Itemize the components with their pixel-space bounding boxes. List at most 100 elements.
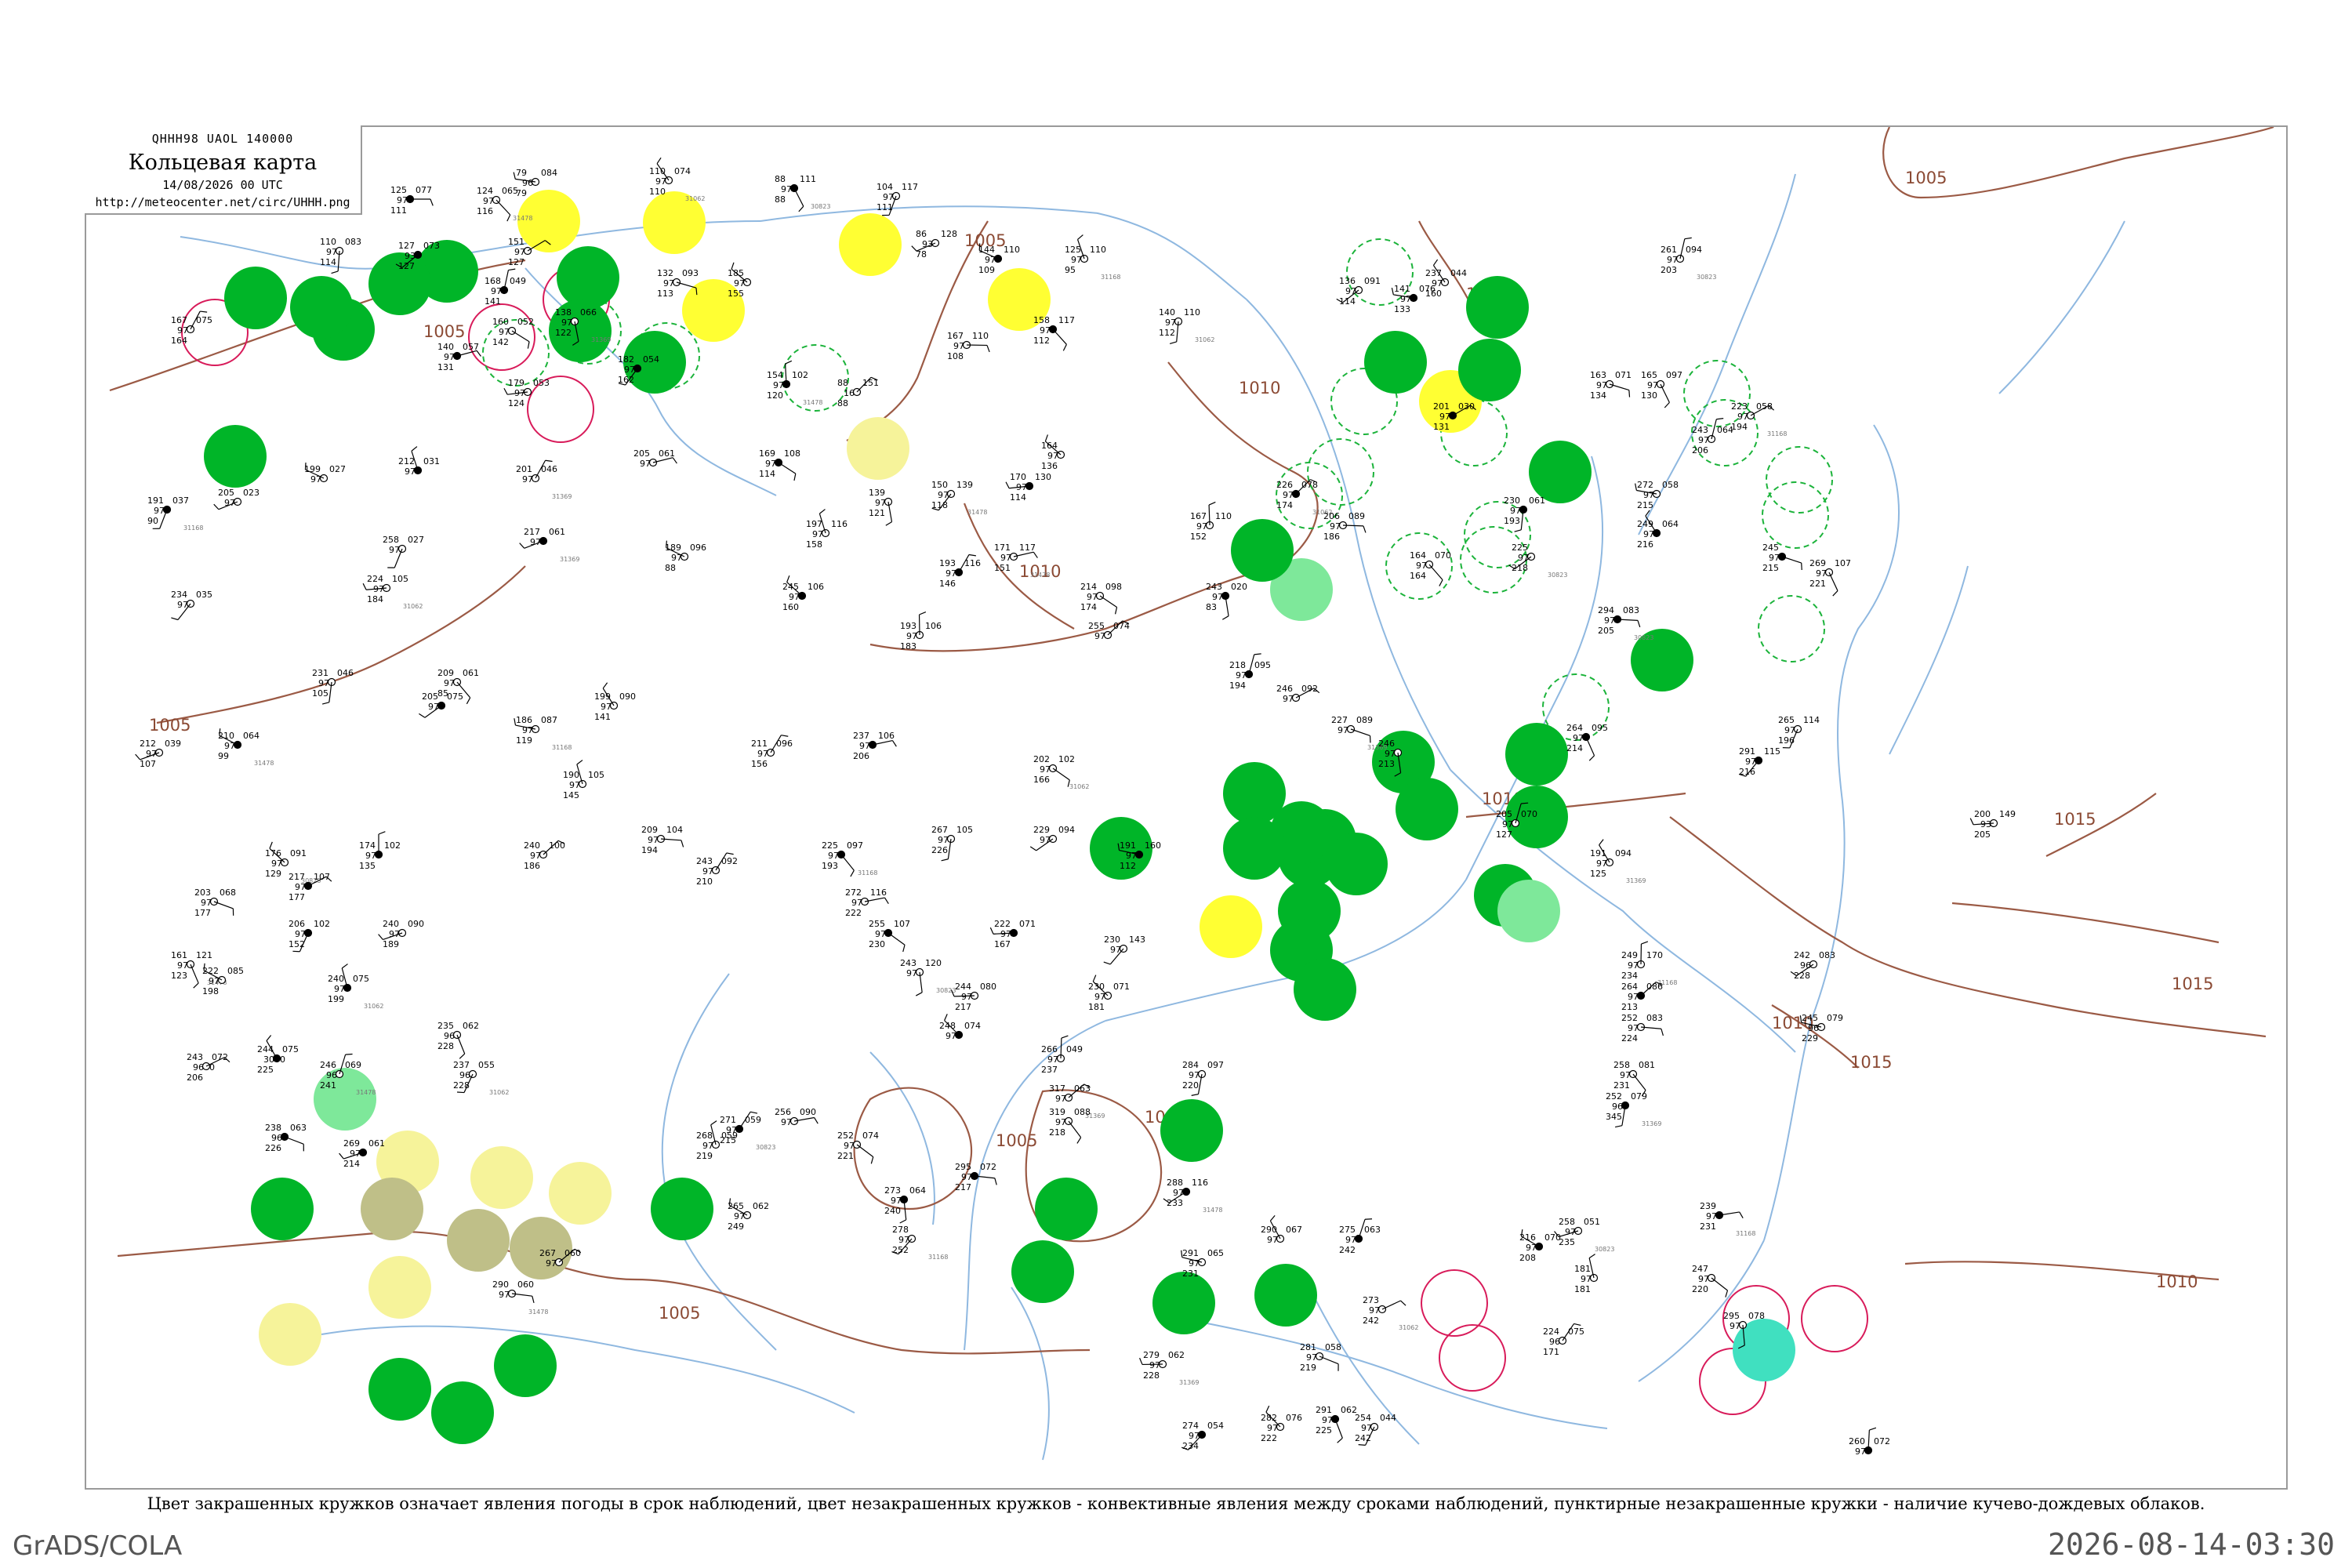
station-vis: 97: [1267, 1235, 1278, 1245]
station-id: 31168: [858, 869, 877, 877]
station-temp: 242: [1794, 950, 1810, 960]
station-temp: 235: [437, 1021, 454, 1031]
station-pressure: 090: [408, 919, 424, 929]
station-plot: 234 03597: [171, 590, 212, 621]
wind-barb-flag: [513, 172, 516, 180]
rain-weather-circle: [1035, 1178, 1098, 1240]
station-plot: 245 10697160: [782, 575, 824, 612]
station-pressure: 091: [290, 848, 307, 858]
dust-weather-circle: [361, 1178, 423, 1240]
isobar-line: [1669, 816, 2267, 1038]
station-vis: 97: [405, 466, 416, 477]
station-vis: 97: [1361, 1423, 1372, 1433]
station-vis: 97: [514, 247, 525, 257]
station-vis: 97: [1283, 490, 1294, 500]
station-plot: 197 116 97158: [806, 509, 848, 550]
map-url[interactable]: http://meteocenter.net/circ/UHHH.png: [85, 195, 361, 209]
station-vis: 97: [1000, 929, 1011, 939]
station-vis: 97: [1322, 1415, 1333, 1425]
station-pressure: 071: [1019, 919, 1036, 929]
wind-barb-flag: [968, 554, 976, 557]
station-dew: 122: [555, 328, 572, 338]
station-plot: 202 102 97166 31062: [1033, 754, 1089, 790]
station-plot: 260 072 97: [1849, 1427, 1890, 1457]
station-dew: 171: [1543, 1347, 1559, 1357]
wind-barb-flag: [1254, 653, 1261, 655]
wind-barb: [1711, 1277, 1728, 1291]
station-plot: 240 09097189: [378, 919, 424, 949]
station-pressure: 053: [533, 378, 550, 388]
wind-barb-flag: [1221, 615, 1229, 620]
station-plot: 229 094 97: [1029, 825, 1075, 851]
station-temp: 317: [1049, 1083, 1065, 1094]
station-id: 31062: [685, 195, 705, 202]
station-vis: 97: [499, 327, 510, 337]
station-dew: 228: [437, 1041, 454, 1051]
station-pressure: 088: [1074, 1107, 1091, 1117]
station-dew: 119: [516, 735, 532, 746]
station-plot: 165 097 97130: [1641, 370, 1682, 408]
station-dew: 99: [218, 751, 229, 761]
station-vis: 97: [789, 592, 800, 602]
station-dew: 189: [383, 939, 399, 949]
station-id: 31062: [403, 603, 423, 610]
station-temp: 79: [516, 168, 527, 178]
wind-barb-flag: [362, 583, 367, 590]
station-plot: 264 08697213: [1621, 982, 1663, 1012]
wind-barb-flag: [378, 934, 383, 940]
station-vis: 97: [295, 929, 306, 939]
station-plot: 24797220: [1692, 1264, 1729, 1298]
wind-barb-flag: [750, 1111, 758, 1114]
river-line: [661, 973, 777, 1351]
station-plot: 290 067 97: [1261, 1214, 1302, 1245]
station-plot: 246 092 97: [1276, 684, 1320, 704]
station-vis: 97: [1330, 521, 1341, 532]
station-pressure: 117: [1019, 543, 1036, 553]
station-dew: 252: [892, 1245, 909, 1255]
station-temp: 247: [1692, 1264, 1708, 1274]
station-plot: 265 114 97196: [1778, 715, 1820, 749]
station-vis: 97: [655, 176, 666, 187]
station-dew: 177: [289, 892, 305, 902]
station-plot: 248 07497: [939, 1014, 981, 1041]
station-pressure: 096: [690, 543, 706, 553]
station-temp: 212: [140, 739, 156, 749]
station-plot: 235 062 96228: [437, 1021, 479, 1059]
station-vis: 97: [702, 1141, 713, 1151]
station-dew: 158: [806, 539, 822, 550]
wind-barb-flag: [1358, 1444, 1366, 1446]
station-temp: 191: [147, 495, 164, 506]
station-id: 30823: [811, 203, 830, 210]
wind-barb-flag: [1725, 1290, 1729, 1298]
station-temp: 278: [892, 1225, 909, 1235]
station-dew: 181: [1088, 1002, 1105, 1012]
station-vis: 97: [561, 318, 572, 328]
station-plot: 169 108 97114: [759, 448, 800, 481]
station-vis: 96: [444, 1031, 455, 1041]
rain-weather-circle: [251, 1178, 314, 1240]
wind-barb-flag: [785, 360, 793, 365]
station-dew: 230: [869, 939, 885, 949]
station-temp: 272: [845, 887, 862, 898]
station-pressure: 054: [643, 354, 659, 365]
station-pressure: 107: [894, 919, 910, 929]
station-vis: 97: [1518, 553, 1529, 563]
wind-barb-flag: [1661, 1029, 1664, 1036]
isobar-label: 1015: [2054, 810, 2096, 829]
station-temp: 132: [657, 268, 673, 278]
wind-barb: [1350, 728, 1370, 737]
wind-barb-flag: [814, 1117, 818, 1124]
station-dew: 152: [289, 939, 305, 949]
station-temp: 295: [955, 1162, 971, 1172]
station-dew: 111: [390, 205, 407, 216]
station-temp: 290: [492, 1279, 509, 1290]
station-pressure: 064: [243, 731, 260, 741]
station-dew: 234: [1621, 971, 1638, 981]
station-vis: 97: [891, 1196, 902, 1206]
wind-barb-flag: [884, 897, 889, 904]
wind-barb: [778, 462, 797, 474]
station-vis: 97: [334, 984, 345, 994]
station-plot: 238 063 96226: [265, 1123, 307, 1153]
station-temp: 237: [853, 731, 869, 741]
station-vis: 97: [1816, 568, 1827, 579]
